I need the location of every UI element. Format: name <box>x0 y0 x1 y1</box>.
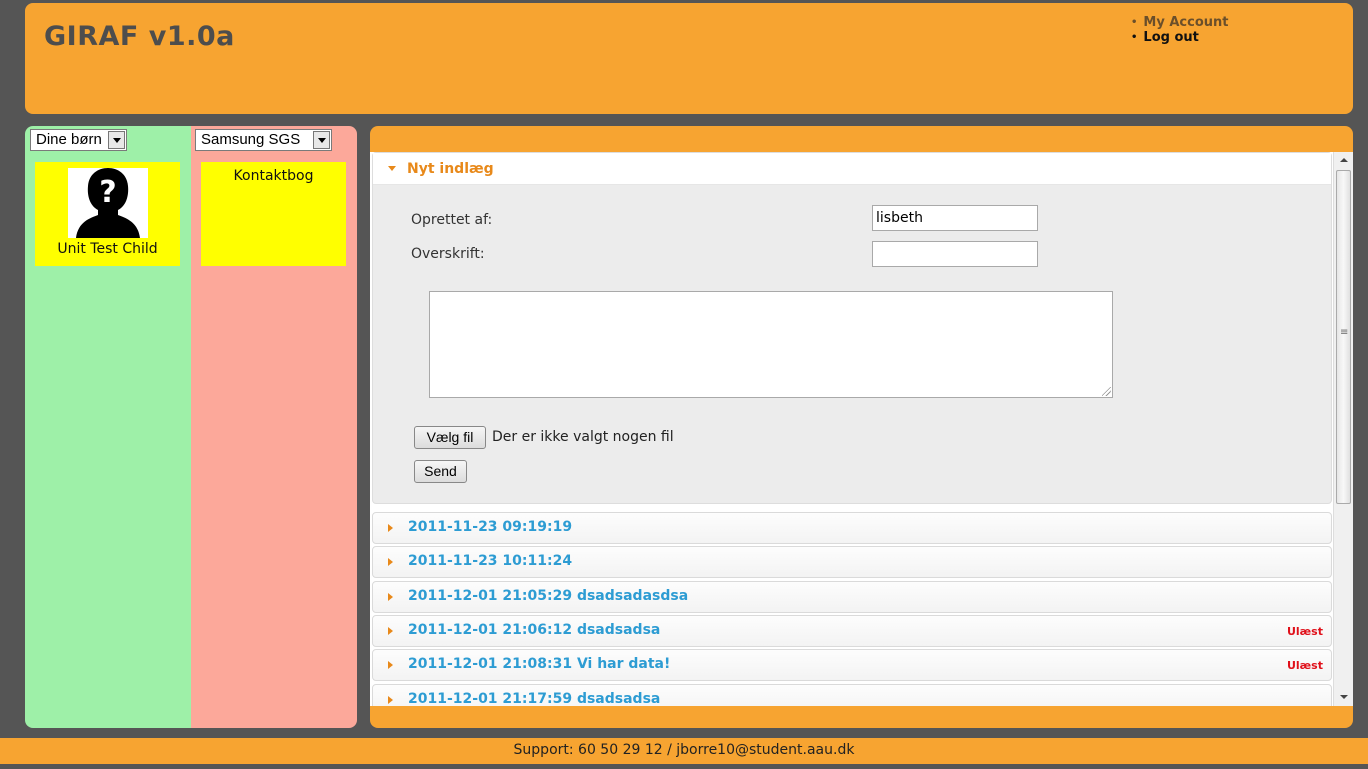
header-bar: GIRAF v1.0a My Account Log out <box>25 3 1353 114</box>
new-entry-header[interactable]: Nyt indlæg <box>373 153 1331 185</box>
message-textarea[interactable] <box>429 291 1113 398</box>
device-select-value: Samsung SGS <box>201 131 301 148</box>
scroll-down-icon[interactable] <box>1334 689 1353 706</box>
entry-row[interactable]: 2011-12-01 21:05:29 dsadsadasdsa <box>372 581 1332 613</box>
entry-title: 2011-11-23 09:19:19 <box>408 519 573 535</box>
choose-file-button[interactable]: Vælg fil <box>414 426 486 449</box>
entry-title: 2011-11-23 10:11:24 <box>408 553 573 569</box>
send-button[interactable]: Send <box>414 460 467 483</box>
triangle-right-icon <box>388 661 393 669</box>
created-by-label: Oprettet af: <box>411 212 493 228</box>
entry-row[interactable]: 2011-12-01 21:08:31 Vi har data! Ulæst <box>372 649 1332 681</box>
user-menu: My Account Log out <box>1131 15 1228 45</box>
children-select-value: Dine børn <box>36 131 102 148</box>
triangle-right-icon <box>388 696 393 704</box>
unread-badge: Ulæst <box>1286 625 1323 638</box>
resize-grip-icon[interactable] <box>1102 387 1111 396</box>
child-card[interactable]: ? Unit Test Child <box>35 162 180 266</box>
svg-text:?: ? <box>99 175 116 210</box>
new-entry-section: Nyt indlæg Oprettet af: lisbeth Overskri… <box>372 152 1332 504</box>
children-select[interactable]: Dine børn <box>30 129 127 151</box>
chevron-down-icon[interactable] <box>108 131 125 149</box>
entry-title: 2011-12-01 21:17:59 dsadsadsa <box>408 691 661 706</box>
footer-support: Support: 60 50 29 12 / jborre10@student.… <box>0 738 1368 764</box>
entry-row[interactable]: 2011-11-23 10:11:24 <box>372 546 1332 578</box>
entry-title: 2011-12-01 21:08:31 Vi har data! <box>408 656 671 672</box>
entry-row[interactable]: 2011-11-23 09:19:19 <box>372 512 1332 544</box>
main-content: Nyt indlæg Oprettet af: lisbeth Overskri… <box>370 126 1353 728</box>
entry-row[interactable]: 2011-12-01 21:06:12 dsadsadsa Ulæst <box>372 615 1332 647</box>
child-name: Unit Test Child <box>57 241 158 257</box>
triangle-right-icon <box>388 593 393 601</box>
entry-row[interactable]: 2011-12-01 21:17:59 dsadsadsa <box>372 684 1332 706</box>
entry-title: 2011-12-01 21:06:12 dsadsadsa <box>408 622 661 638</box>
device-select[interactable]: Samsung SGS <box>195 129 332 151</box>
unknown-person-icon: ? <box>68 168 148 238</box>
triangle-right-icon <box>388 524 393 532</box>
chevron-down-icon[interactable] <box>313 131 330 149</box>
app-name: Kontaktbog <box>233 168 314 184</box>
new-entry-title: Nyt indlæg <box>407 161 494 177</box>
scrollbar-thumb[interactable] <box>1336 170 1351 504</box>
heading-label: Overskrift: <box>411 246 485 262</box>
triangle-right-icon <box>388 627 393 635</box>
app-card-kontaktbog[interactable]: Kontaktbog <box>201 162 346 266</box>
triangle-down-icon <box>388 166 396 171</box>
entry-title: 2011-12-01 21:05:29 dsadsadasdsa <box>408 588 689 604</box>
log-out-link[interactable]: Log out <box>1131 30 1228 45</box>
children-column: Dine børn ? Unit Test Child <box>25 126 191 728</box>
scroll-up-icon[interactable] <box>1334 152 1353 169</box>
apps-column: Samsung SGS Kontaktbog <box>191 126 357 728</box>
contact-book-panel: Nyt indlæg Oprettet af: lisbeth Overskri… <box>370 152 1353 706</box>
triangle-right-icon <box>388 558 393 566</box>
heading-field[interactable] <box>872 241 1038 267</box>
created-by-field[interactable]: lisbeth <box>872 205 1038 231</box>
unread-badge: Ulæst <box>1286 659 1323 672</box>
panel-scrollbar[interactable] <box>1333 152 1353 706</box>
app-title: GIRAF v1.0a <box>44 21 235 52</box>
my-account-link[interactable]: My Account <box>1131 15 1228 30</box>
no-file-text: Der er ikke valgt nogen fil <box>492 429 674 445</box>
